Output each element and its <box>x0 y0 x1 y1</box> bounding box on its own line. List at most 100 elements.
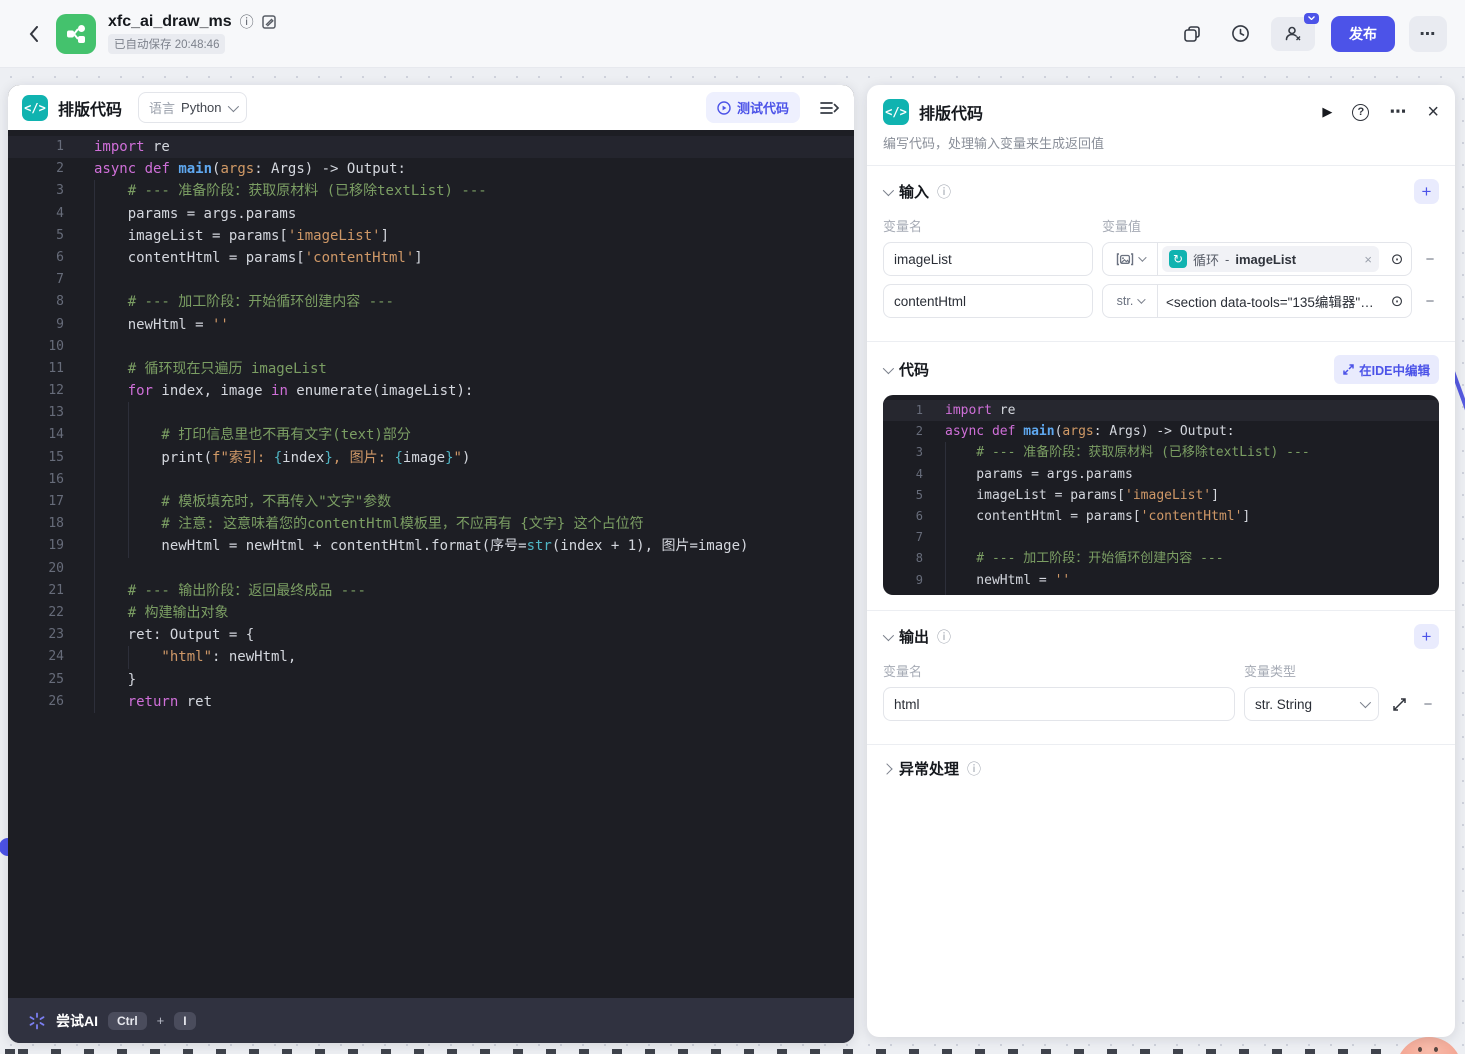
panel-more-button[interactable]: ⋯ <box>1389 102 1407 122</box>
collab-dropdown-badge <box>1304 12 1319 24</box>
code-line: 5 imageList = params['imageList'] <box>883 484 1439 506</box>
run-node-button[interactable]: ▶ <box>1322 104 1332 120</box>
language-label: 语言 <box>149 101 176 116</box>
code-line: 22 # 构建输出对象 <box>8 601 854 625</box>
collapse-panel-icon <box>820 101 840 114</box>
ai-assist-bar[interactable]: 尝试AI Ctrl + I <box>8 998 854 1043</box>
code-line: 2 async def main(args: Args) -> Output: <box>56 161 406 178</box>
play-circle-icon <box>717 100 731 115</box>
code-line: 9 newHtml = '' <box>883 569 1439 591</box>
add-output-button[interactable]: + <box>1414 624 1439 649</box>
edit-in-ide-button[interactable]: 在IDE中编辑 <box>1334 355 1439 384</box>
collaboration-button[interactable] <box>1271 12 1319 51</box>
col-label-name: 变量名 <box>883 664 923 679</box>
remove-input-button[interactable]: − <box>1421 293 1439 310</box>
code-line: 13 <box>8 402 854 425</box>
code-line: 12 for index, image in enumerate(imageLis… <box>8 380 854 403</box>
code-line: 21 # --- 输出阶段：返回最终成品 --- <box>8 579 854 602</box>
output-section-title: 输出 <box>899 629 930 646</box>
kbd-ctrl: Ctrl <box>108 1011 147 1030</box>
ai-spark-icon <box>29 1012 45 1029</box>
expand-output-button[interactable] <box>1388 697 1410 711</box>
variable-reference-tag[interactable]: ↻ 循环 - imageList × <box>1162 246 1379 272</box>
output-name-field[interactable]: html <box>883 687 1235 721</box>
autosave-badge: 已自动保存 20:48:46 <box>108 34 226 54</box>
panel-collapse-button[interactable] <box>820 101 840 115</box>
code-preview[interactable]: 1 import re 2 async def main(args: Args) ->… <box>883 395 1439 595</box>
collaborators-icon <box>1285 26 1300 41</box>
code-panel-header: </> 排版代码 语言 Python 测试代码 <box>8 85 854 130</box>
node-config-panel: </> 排版代码 ▶ ? ⋯ × 编写代码，处理输入变量来生成返回值 输入 ⓘ … <box>867 85 1455 1037</box>
output-type-selector[interactable]: str. String <box>1244 687 1379 721</box>
array-image-type-icon <box>1116 252 1134 265</box>
topbar-more-button[interactable]: ⋯ <box>1409 15 1447 52</box>
info-icon: ⓘ <box>937 628 952 645</box>
code-section: 代码 在IDE中编辑 1 import re 2 async def main(arg… <box>867 341 1455 610</box>
add-input-button[interactable]: + <box>1414 179 1439 204</box>
code-editor[interactable]: 1 import re 2 async def main(args: Args) ->… <box>8 130 854 998</box>
workflow-title: xfc_ai_draw_ms <box>108 13 232 30</box>
back-button[interactable] <box>18 19 48 49</box>
loop-node-icon: ↻ <box>1169 250 1187 268</box>
focus-node-icon[interactable]: ⊙ <box>1383 292 1411 310</box>
type-label: str. <box>1116 294 1134 308</box>
chevron-left-icon <box>29 25 38 42</box>
code-line: 14 # 打印信息里也不再有文字(text)部分 <box>8 424 854 447</box>
close-panel-button[interactable]: × <box>1427 101 1439 124</box>
input-name-field[interactable]: imageList <box>883 242 1093 276</box>
remove-reference-icon[interactable]: × <box>1364 252 1372 267</box>
code-line: 11 # 循环现在只遍历 imageList <box>8 357 854 381</box>
assistant-mascot[interactable] <box>1396 1037 1462 1054</box>
history-clock-icon <box>1231 25 1249 42</box>
code-node-icon: </> <box>22 94 48 121</box>
code-line: 23 ret: Output = { <box>8 624 854 647</box>
section-collapse-icon[interactable] <box>882 184 895 196</box>
test-code-button[interactable]: 测试代码 <box>705 92 800 123</box>
input-section-title: 输入 <box>899 184 930 201</box>
copy-icon <box>1184 25 1200 42</box>
code-section-title: 代码 <box>899 362 930 379</box>
help-button[interactable]: ? <box>1352 103 1370 121</box>
remove-input-button[interactable]: − <box>1421 251 1439 268</box>
title-edit-icon[interactable] <box>261 15 276 29</box>
ref-node-label: 循环 <box>1193 252 1220 268</box>
type-selector[interactable] <box>1103 243 1158 275</box>
input-row: contentHtml str. <section data-tools="13… <box>883 284 1439 318</box>
test-code-label: 测试代码 <box>736 101 789 116</box>
col-label-name: 变量名 <box>883 219 923 234</box>
code-line: 8 # --- 加工阶段：开始循环创建内容 --- <box>883 548 1439 570</box>
code-line: 17 # 模板填充时，不再传入"文字"参数 <box>8 491 854 514</box>
input-row: imageList ↻ 循环 - imageList × ⊙ − <box>883 242 1439 276</box>
language-selector[interactable]: 语言 Python <box>138 92 247 123</box>
code-line: 4 params = args.params <box>8 202 854 225</box>
input-section: 输入 ⓘ + 变量名 变量值 imageList ↻ 循环 - imageLis… <box>867 166 1455 341</box>
exception-section-title: 异常处理 <box>899 761 960 778</box>
duplicate-button[interactable] <box>1175 17 1209 51</box>
history-button[interactable] <box>1223 17 1257 51</box>
code-line: 18 # 注意: 这意味着您的contentHtml模板里，不应再有 {文字} 这… <box>8 513 854 536</box>
code-line: 15 print(f"索引: {index}, 图片: {image}") <box>8 446 854 469</box>
input-name-field[interactable]: contentHtml <box>883 284 1093 318</box>
code-line: 2 async def main(args: Args) -> Output: <box>915 424 1235 440</box>
code-line: 5 imageList = params['imageList'] <box>8 224 854 247</box>
section-collapse-icon[interactable] <box>882 362 895 374</box>
section-collapse-icon[interactable] <box>882 629 895 641</box>
focus-node-icon[interactable]: ⊙ <box>1383 250 1411 268</box>
code-line: 10 <box>8 335 854 358</box>
canvas-bottom-nodes <box>0 1049 1465 1054</box>
remove-output-button[interactable]: − <box>1419 696 1437 713</box>
edit-in-ide-label: 在IDE中编辑 <box>1359 364 1430 378</box>
title-info-icon[interactable]: ⓘ <box>240 15 254 29</box>
publish-button[interactable]: 发布 <box>1331 15 1395 52</box>
section-expand-icon[interactable] <box>881 762 893 775</box>
code-line: 7 <box>8 269 854 292</box>
chevron-down-icon <box>1359 696 1372 709</box>
output-type-value: str. String <box>1255 696 1313 712</box>
output-row: html str. String − <box>883 687 1439 721</box>
type-selector[interactable]: str. <box>1103 285 1158 317</box>
config-panel-title: 排版代码 <box>919 106 984 123</box>
code-line: 10 <box>883 590 1439 595</box>
code-line: 7 <box>883 527 1439 549</box>
input-value-field[interactable]: <section data-tools="135编辑器" dat… <box>1158 291 1383 311</box>
ref-variable-name: imageList <box>1235 251 1297 267</box>
